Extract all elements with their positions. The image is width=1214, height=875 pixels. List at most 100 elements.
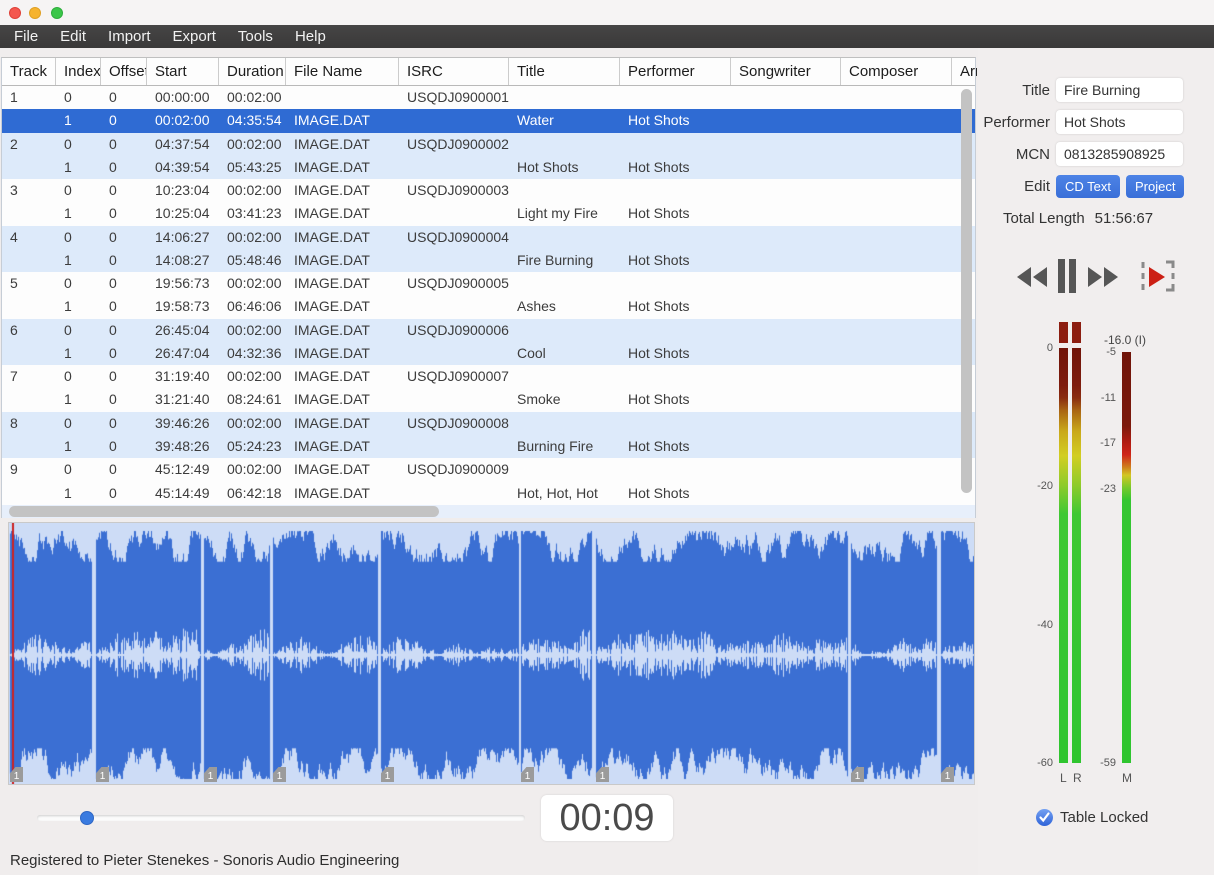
- table-row[interactable]: 90045:12:4900:02:00IMAGE.DATUSQDJ0900009: [2, 458, 975, 481]
- cd-text-button[interactable]: CD Text: [1056, 175, 1120, 198]
- total-length-value: 51:56:67: [1095, 210, 1153, 227]
- table-row[interactable]: 80039:46:2600:02:00IMAGE.DATUSQDJ0900008: [2, 412, 975, 435]
- table-row[interactable]: 1039:48:2605:24:23IMAGE.DATBurning FireH…: [2, 435, 975, 458]
- cell-duration: 05:48:46: [219, 249, 286, 272]
- cell-duration: 00:02:00: [219, 86, 286, 109]
- cell-performer: [620, 133, 731, 156]
- cell-isrc: [399, 109, 509, 132]
- waveform-canvas[interactable]: [9, 523, 974, 784]
- cell-performer: Hot Shots: [620, 342, 731, 365]
- cell-file: IMAGE.DAT: [286, 249, 399, 272]
- cell-isrc: USQDJ0900003: [399, 179, 509, 202]
- close-window-button[interactable]: [9, 7, 21, 19]
- table-row[interactable]: 70031:19:4000:02:00IMAGE.DATUSQDJ0900007: [2, 365, 975, 388]
- menu-edit[interactable]: Edit: [60, 25, 86, 48]
- column-header-file-name[interactable]: File Name: [286, 58, 399, 85]
- column-header-isrc[interactable]: ISRC: [399, 58, 509, 85]
- table-row[interactable]: 1004:39:5405:43:25IMAGE.DATHot ShotsHot …: [2, 156, 975, 179]
- project-button[interactable]: Project: [1126, 175, 1184, 198]
- table-row[interactable]: 10000:00:0000:02:00USQDJ0900001: [2, 86, 975, 109]
- playback-slider-knob[interactable]: [80, 811, 94, 825]
- track-table-body: 10000:00:0000:02:00USQDJ09000011000:02:0…: [2, 86, 975, 505]
- track-table: TrackIndexOffsetStartDurationFile NameIS…: [1, 57, 976, 518]
- cell-track: 2: [2, 133, 56, 156]
- menu-tools[interactable]: Tools: [238, 25, 273, 48]
- table-row[interactable]: 1010:25:0403:41:23IMAGE.DATLight my Fire…: [2, 202, 975, 225]
- m-scale-tick: -17: [1086, 437, 1116, 449]
- cell-isrc: [399, 435, 509, 458]
- cell-offset: 0: [101, 249, 147, 272]
- cell-file: IMAGE.DAT: [286, 482, 399, 505]
- column-header-title[interactable]: Title: [509, 58, 620, 85]
- rewind-icon[interactable]: [1016, 265, 1048, 289]
- menu-file[interactable]: File: [14, 25, 38, 48]
- cell-offset: 0: [101, 319, 147, 342]
- column-header-track[interactable]: Track: [2, 58, 56, 85]
- column-header-performer[interactable]: Performer: [620, 58, 731, 85]
- performer-input[interactable]: [1056, 110, 1183, 134]
- pause-icon[interactable]: [1057, 258, 1077, 294]
- vertical-scrollbar[interactable]: [961, 89, 972, 493]
- cell-duration: 05:43:25: [219, 156, 286, 179]
- table-row[interactable]: 20004:37:5400:02:00IMAGE.DATUSQDJ0900002: [2, 133, 975, 156]
- cell-songwriter: [731, 365, 841, 388]
- waveform-panel[interactable]: 111111111: [8, 522, 975, 785]
- menu-import[interactable]: Import: [108, 25, 151, 48]
- menu-export[interactable]: Export: [173, 25, 216, 48]
- cell-file: IMAGE.DAT: [286, 458, 399, 481]
- table-locked-checkbox[interactable]: [1036, 809, 1053, 826]
- column-header-duration[interactable]: Duration: [219, 58, 286, 85]
- table-row[interactable]: 1026:47:0404:32:36IMAGE.DATCoolHot Shots: [2, 342, 975, 365]
- column-header-start[interactable]: Start: [147, 58, 219, 85]
- cell-performer: Hot Shots: [620, 295, 731, 318]
- cell-composer: [841, 109, 952, 132]
- title-input[interactable]: [1056, 78, 1183, 102]
- track-table-header: TrackIndexOffsetStartDurationFile NameIS…: [2, 58, 975, 86]
- table-row[interactable]: 1045:14:4906:42:18IMAGE.DATHot, Hot, Hot…: [2, 482, 975, 505]
- menu-help[interactable]: Help: [295, 25, 326, 48]
- cell-title: [509, 179, 620, 202]
- cell-index: 0: [56, 133, 101, 156]
- cell-title: Fire Burning: [509, 249, 620, 272]
- cell-track: 1: [2, 86, 56, 109]
- horizontal-scrollbar[interactable]: [9, 506, 439, 517]
- play-selection-icon[interactable]: [1140, 258, 1176, 294]
- cell-songwriter: [731, 226, 841, 249]
- cell-composer: [841, 86, 952, 109]
- left-level-meter: [1059, 348, 1068, 763]
- cell-duration: 00:02:00: [219, 133, 286, 156]
- column-header-arr[interactable]: Arr: [952, 58, 977, 85]
- cell-file: IMAGE.DAT: [286, 156, 399, 179]
- fast-forward-icon[interactable]: [1087, 265, 1119, 289]
- column-header-composer[interactable]: Composer: [841, 58, 952, 85]
- cell-track: [2, 482, 56, 505]
- cell-composer: [841, 458, 952, 481]
- zoom-window-button[interactable]: [51, 7, 63, 19]
- column-header-offset[interactable]: Offset: [101, 58, 147, 85]
- cell-offset: 0: [101, 109, 147, 132]
- table-row[interactable]: 30010:23:0400:02:00IMAGE.DATUSQDJ0900003: [2, 179, 975, 202]
- cell-duration: 00:02:00: [219, 319, 286, 342]
- table-row[interactable]: 1014:08:2705:48:46IMAGE.DATFire BurningH…: [2, 249, 975, 272]
- table-row[interactable]: 1019:58:7306:46:06IMAGE.DATAshesHot Shot…: [2, 295, 975, 318]
- total-length-label: Total Length: [1003, 210, 1085, 227]
- column-header-songwriter[interactable]: Songwriter: [731, 58, 841, 85]
- mcn-input[interactable]: [1056, 142, 1183, 166]
- cell-file: IMAGE.DAT: [286, 388, 399, 411]
- m-scale-tick: -5: [1086, 346, 1116, 358]
- cell-isrc: [399, 342, 509, 365]
- table-row[interactable]: 1000:02:0004:35:54IMAGE.DATWaterHot Shot…: [2, 109, 975, 132]
- playback-slider-track[interactable]: [37, 815, 525, 821]
- minimize-window-button[interactable]: [29, 7, 41, 19]
- table-row[interactable]: 50019:56:7300:02:00IMAGE.DATUSQDJ0900005: [2, 272, 975, 295]
- cell-composer: [841, 435, 952, 458]
- cell-start: 31:21:40: [147, 388, 219, 411]
- table-row[interactable]: 60026:45:0400:02:00IMAGE.DATUSQDJ0900006: [2, 319, 975, 342]
- table-row[interactable]: 40014:06:2700:02:00IMAGE.DATUSQDJ0900004: [2, 226, 975, 249]
- column-header-index[interactable]: Index: [56, 58, 101, 85]
- cell-title: [509, 272, 620, 295]
- table-locked-label: Table Locked: [1060, 809, 1148, 826]
- cell-track: 3: [2, 179, 56, 202]
- cell-track: [2, 388, 56, 411]
- table-row[interactable]: 1031:21:4008:24:61IMAGE.DATSmokeHot Shot…: [2, 388, 975, 411]
